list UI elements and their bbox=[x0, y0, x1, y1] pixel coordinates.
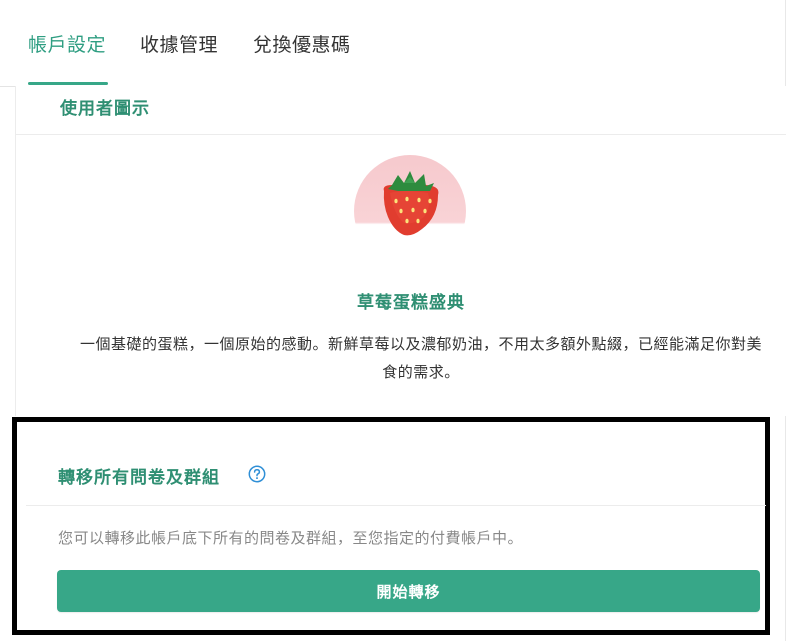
avatar-description: 一個基礎的蛋糕，一個原始的感動。新鮮草莓以及濃郁奶油，不用太多額外點綴，已經能滿… bbox=[79, 335, 762, 381]
transfer-section-header: 轉移所有問卷及群組 bbox=[26, 445, 766, 506]
transfer-section-title: 轉移所有問卷及群組 bbox=[58, 468, 220, 488]
strawberry-icon bbox=[383, 171, 439, 236]
avatar-card: 使用者圖示 草莓蛋糕盛典 一個基礎的蛋糕，一個原始的感動。新鮮草莓以及濃郁奶油，… bbox=[15, 86, 786, 416]
tab-receipt-management[interactable]: 收據管理 bbox=[140, 30, 218, 57]
avatar-card-header: 使用者圖示 bbox=[16, 86, 786, 135]
active-tab-indicator bbox=[28, 82, 108, 85]
tab-redeem-coupon[interactable]: 兌換優惠碼 bbox=[253, 30, 351, 57]
avatar-section-title: 使用者圖示 bbox=[60, 99, 150, 119]
tab-account-settings[interactable]: 帳戶設定 bbox=[28, 30, 106, 57]
transfer-description: 您可以轉移此帳戶底下所有的問卷及群組，至您指定的付費帳戶中。 bbox=[58, 529, 524, 547]
avatar[interactable] bbox=[354, 155, 466, 267]
question-circle-icon[interactable] bbox=[248, 465, 266, 483]
avatar-name: 草莓蛋糕盛典 bbox=[357, 293, 465, 313]
settings-tab-bar: 帳戶設定 收據管理 兌換優惠碼 bbox=[0, 0, 786, 87]
start-transfer-button[interactable]: 開始轉移 bbox=[57, 570, 760, 612]
